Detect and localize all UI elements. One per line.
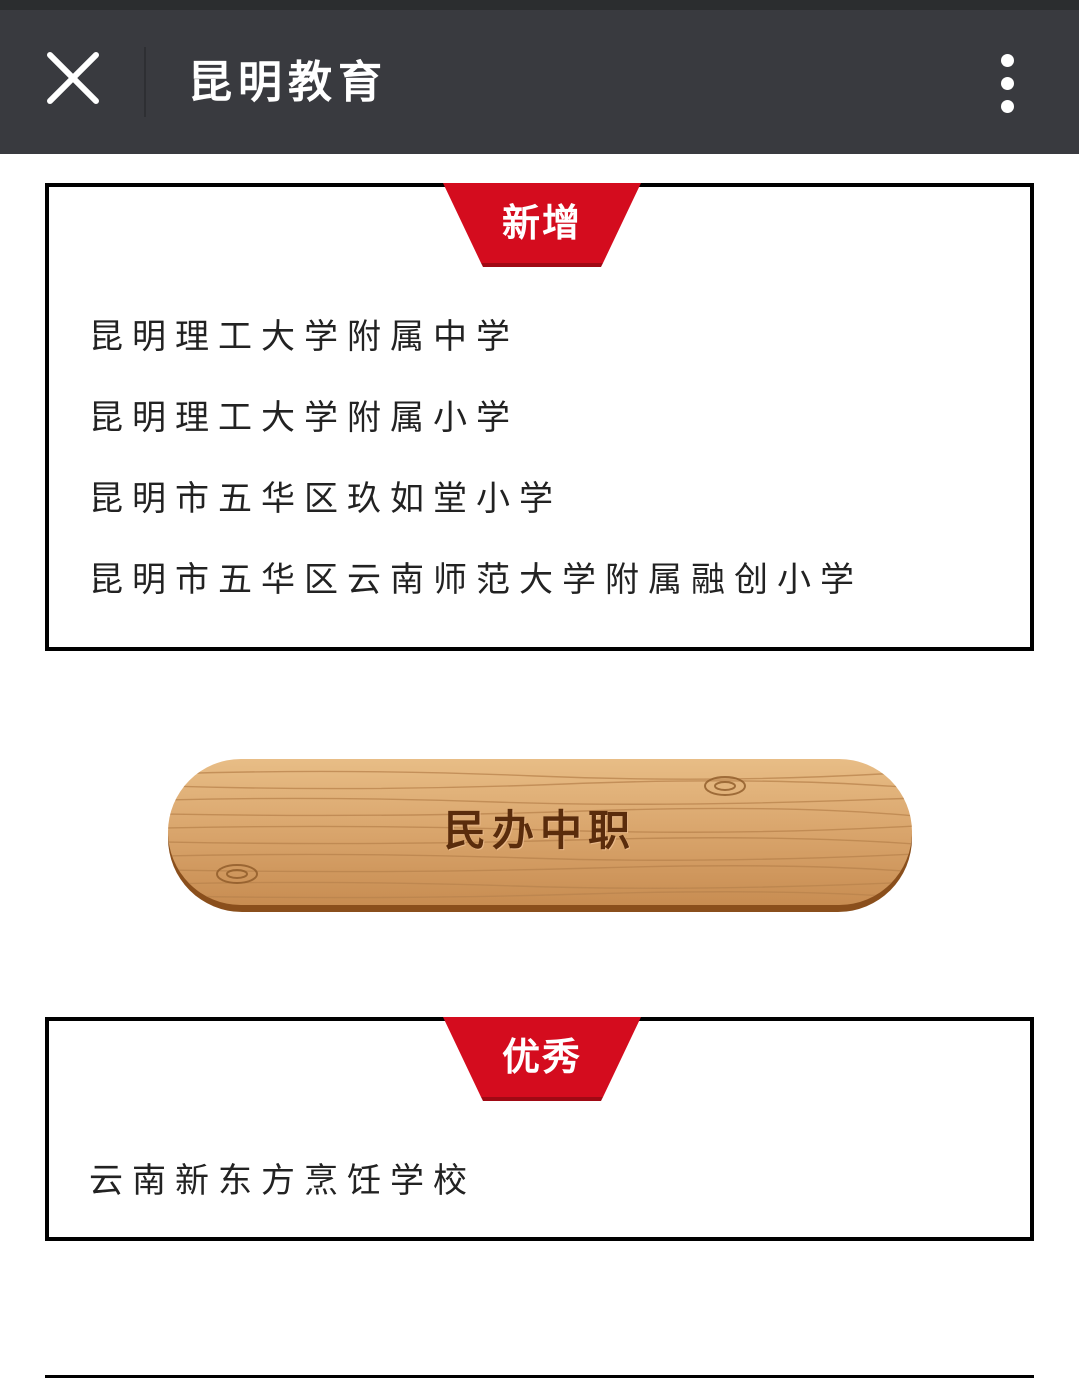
status-bar (0, 0, 1079, 10)
top-navbar: 昆明教育 (0, 10, 1079, 154)
new-badge: 新增 (443, 183, 641, 267)
more-button[interactable] (990, 50, 1026, 130)
excellent-schools-list: 云南新东方烹饪学校 (89, 1141, 476, 1222)
excellent-badge-label: 优秀 (501, 1035, 582, 1079)
new-badge-label: 新增 (501, 201, 582, 245)
category-button-private-vocational[interactable]: 民办中职 (165, 756, 915, 914)
list-item[interactable]: 昆明理工大学附属小学 (89, 378, 863, 459)
list-item[interactable]: 昆明理工大学附属中学 (89, 297, 863, 378)
page-title: 昆明教育 (188, 57, 388, 108)
list-item[interactable]: 昆明市五华区云南师范大学附属融创小学 (89, 540, 863, 621)
category-button-label: 民办中职 (443, 806, 636, 855)
close-icon (47, 52, 99, 104)
new-schools-section: 新增 昆明理工大学附属中学 昆明理工大学附属小学 昆明市五华区玖如堂小学 昆明市… (45, 183, 1034, 651)
navbar-divider (144, 47, 146, 117)
list-item[interactable]: 云南新东方烹饪学校 (89, 1141, 476, 1222)
close-button[interactable] (40, 45, 106, 111)
list-item[interactable]: 昆明市五华区玖如堂小学 (89, 459, 863, 540)
excellent-badge: 优秀 (443, 1017, 641, 1101)
new-schools-list: 昆明理工大学附属中学 昆明理工大学附属小学 昆明市五华区玖如堂小学 昆明市五华区… (89, 297, 863, 621)
excellent-schools-section: 优秀 云南新东方烹饪学校 (45, 1017, 1034, 1241)
next-section-top-border (45, 1375, 1034, 1378)
